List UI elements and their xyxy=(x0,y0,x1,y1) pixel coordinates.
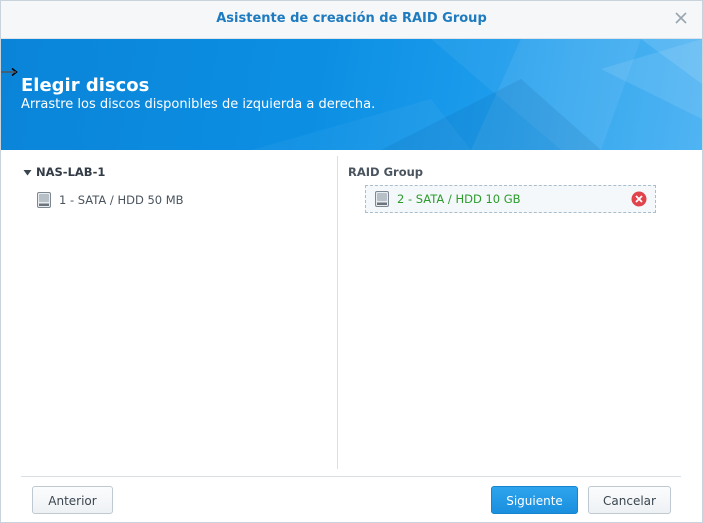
selected-disk-row[interactable]: 2 - SATA / HDD 10 GB xyxy=(375,191,521,207)
raid-wizard-window: Asistente de creación de RAID Group Eleg… xyxy=(0,0,703,523)
remove-icon[interactable] xyxy=(631,191,647,207)
resize-cursor-icon xyxy=(1,67,18,77)
banner-subheading: Arrastre los discos disponibles de izqui… xyxy=(21,97,376,112)
next-button[interactable]: Siguiente xyxy=(491,486,578,514)
title-bar: Asistente de creación de RAID Group xyxy=(1,1,702,39)
available-disk-label: 1 - SATA / HDD 50 MB xyxy=(59,193,184,207)
available-disks-panel: NAS-LAB-1 1 - SATA / HDD 50 MB xyxy=(21,156,336,469)
window-title: Asistente de creación de RAID Group xyxy=(216,11,487,26)
hdd-icon xyxy=(375,191,389,207)
nas-group-node[interactable]: NAS-LAB-1 xyxy=(23,165,105,179)
step-banner: Elegir discos Arrastre los discos dispon… xyxy=(1,39,702,150)
banner-heading: Elegir discos xyxy=(21,75,150,96)
nas-group-label: NAS-LAB-1 xyxy=(36,165,106,179)
raid-group-panel: RAID Group 2 - SATA / HDD 10 GB xyxy=(338,156,681,469)
hdd-icon xyxy=(37,192,51,208)
raid-group-header: RAID Group xyxy=(348,165,424,179)
cancel-button[interactable]: Cancelar xyxy=(588,486,671,514)
selected-disk-label: 2 - SATA / HDD 10 GB xyxy=(397,192,521,206)
selected-disk-item[interactable]: 2 - SATA / HDD 10 GB xyxy=(365,185,656,213)
available-disk-item[interactable]: 1 - SATA / HDD 50 MB xyxy=(37,192,184,208)
previous-button[interactable]: Anterior xyxy=(32,486,113,514)
caret-down-icon[interactable] xyxy=(23,168,32,177)
footer-divider xyxy=(21,476,681,477)
close-icon[interactable] xyxy=(672,9,690,27)
